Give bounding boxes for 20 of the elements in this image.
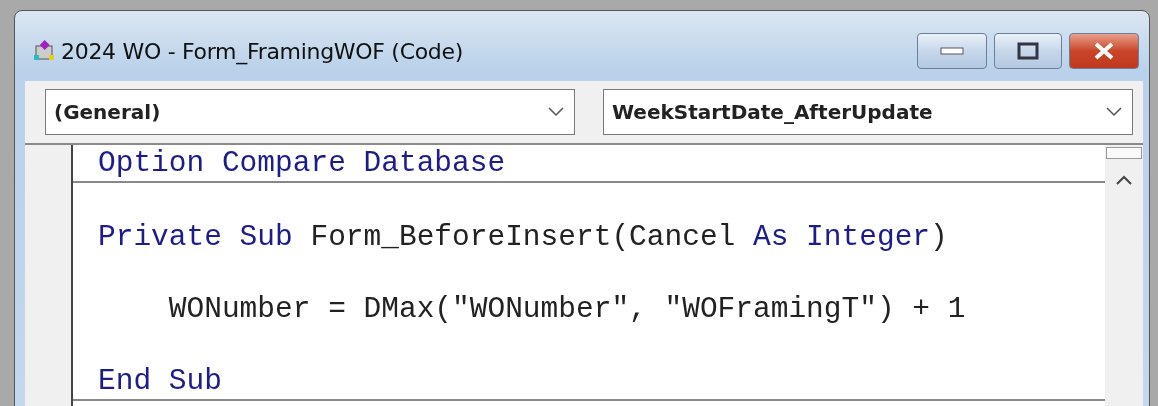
- close-button[interactable]: [1069, 33, 1139, 69]
- module-icon: [33, 40, 55, 62]
- code-line: End Sub: [98, 363, 223, 399]
- scroll-split-bar[interactable]: [1106, 147, 1142, 159]
- chevron-down-icon: [548, 107, 564, 117]
- scroll-up-icon[interactable]: [1116, 175, 1132, 185]
- maximize-icon: [1017, 42, 1039, 60]
- object-dropdown[interactable]: (General): [45, 89, 575, 135]
- code-line: Private Sub Form_BeforeInsert(Cancel As Integer): [98, 219, 949, 255]
- close-icon: [1092, 41, 1116, 61]
- code-line: WONumber = DMax("WONumber", "WOFramingT") + 1: [167, 291, 967, 327]
- minimize-button[interactable]: [917, 33, 987, 69]
- procedure-dropdown[interactable]: WeekStartDate_AfterUpdate: [603, 89, 1133, 135]
- window-title: 2024 WO - Form_FramingWOF (Code): [61, 38, 465, 64]
- maximize-button[interactable]: [994, 33, 1062, 69]
- code-editor[interactable]: Option Compare Database Private Sub Form_BeforeInsert(Cancel As Integer) WONumber = DMax("WONumber", "WOFramingT") + 1 End Sub: [25, 143, 1143, 406]
- chevron-down-icon: [1106, 107, 1122, 117]
- code-line: Option Compare Database: [98, 145, 507, 181]
- scrollbar[interactable]: [1105, 145, 1143, 406]
- minimize-icon: [940, 47, 964, 55]
